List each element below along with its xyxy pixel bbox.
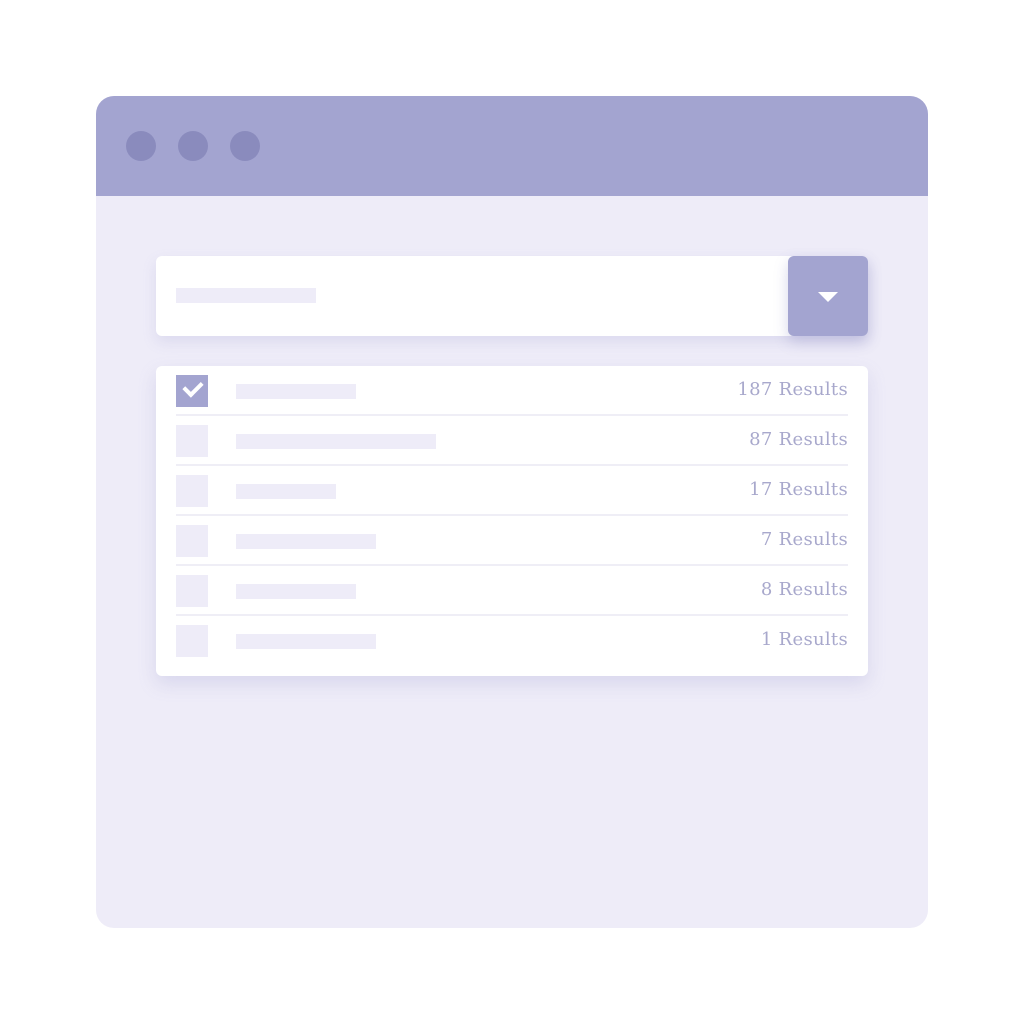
result-count: 87 Results <box>749 429 848 450</box>
checkbox[interactable] <box>176 475 208 507</box>
checkbox-checked[interactable] <box>176 375 208 407</box>
window-titlebar <box>96 96 928 196</box>
select-placeholder-text <box>176 288 316 303</box>
result-count: 187 Results <box>737 379 848 400</box>
browser-window: 187 Results 87 Results 17 Results 7 Resu… <box>96 96 928 928</box>
item-label-placeholder <box>236 434 436 449</box>
item-label-placeholder <box>236 484 336 499</box>
item-label-placeholder <box>236 384 356 399</box>
dropdown-toggle-button[interactable] <box>788 256 868 336</box>
checkmark-icon <box>182 376 204 398</box>
list-item[interactable]: 87 Results <box>176 416 848 466</box>
checkbox[interactable] <box>176 425 208 457</box>
list-item[interactable]: 1 Results <box>176 616 848 666</box>
checkbox[interactable] <box>176 625 208 657</box>
maximize-window-dot[interactable] <box>230 131 260 161</box>
caret-down-icon <box>818 292 838 302</box>
filter-select[interactable] <box>156 256 868 336</box>
checkbox[interactable] <box>176 575 208 607</box>
item-label-placeholder <box>236 534 376 549</box>
item-label-placeholder <box>236 634 376 649</box>
minimize-window-dot[interactable] <box>178 131 208 161</box>
result-count: 7 Results <box>760 529 848 550</box>
checkbox[interactable] <box>176 525 208 557</box>
list-item[interactable]: 187 Results <box>176 366 848 416</box>
result-count: 1 Results <box>760 629 848 650</box>
result-count: 8 Results <box>760 579 848 600</box>
list-item[interactable]: 8 Results <box>176 566 848 616</box>
item-label-placeholder <box>236 584 356 599</box>
list-item[interactable]: 17 Results <box>176 466 848 516</box>
results-list: 187 Results 87 Results 17 Results 7 Resu… <box>156 366 868 676</box>
result-count: 17 Results <box>749 479 848 500</box>
list-item[interactable]: 7 Results <box>176 516 848 566</box>
close-window-dot[interactable] <box>126 131 156 161</box>
